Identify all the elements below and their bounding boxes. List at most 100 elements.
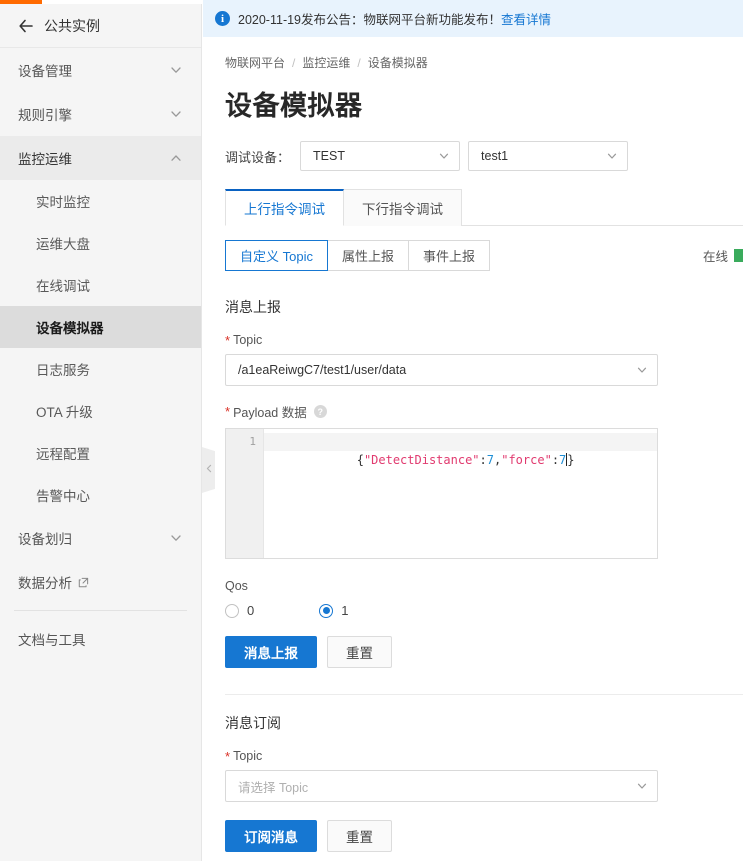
announcement-text: 2020-11-19发布公告：物联网平台新功能发布！ [238, 13, 502, 27]
device-select[interactable]: test1 [468, 141, 629, 172]
publish-actions: 消息上报 重置 [225, 636, 743, 669]
code-token: 7 [559, 453, 567, 468]
device-selector-row: 调试设备： TEST test1 [225, 141, 743, 172]
required-marker: * [225, 404, 231, 420]
sidebar-group-device-management[interactable]: 设备管理 [0, 48, 201, 92]
breadcrumb-item-monitoring[interactable]: 监控运维 [302, 54, 350, 71]
sidebar-item-ota-upgrade[interactable]: OTA 升级 [0, 390, 201, 432]
code-token: { [356, 453, 364, 468]
sidebar-item-label: 文档与工具 [18, 633, 86, 648]
breadcrumb-item-platform[interactable]: 物联网平台 [225, 54, 285, 71]
sidebar-item-label: 实时监控 [36, 195, 90, 210]
subscribe-actions: 订阅消息 重置 [225, 820, 743, 853]
qos-radio-label: 1 [341, 603, 349, 619]
chevron-down-icon [636, 364, 648, 376]
qos-radio-label: 0 [247, 603, 255, 619]
online-status-indicator-icon [734, 249, 743, 263]
tab-label: 上行指令调试 [244, 202, 325, 218]
tab-downlink-debug[interactable]: 下行指令调试 [344, 189, 462, 227]
qos-radio-0[interactable]: 0 [225, 603, 254, 618]
uplink-mode-button-group: 自定义 Topic 属性上报 事件上报 在线 [225, 240, 743, 272]
sidebar-item-ops-dashboard[interactable]: 运维大盘 [0, 222, 201, 264]
announcement-detail-link[interactable]: 查看详情 [501, 9, 551, 28]
sidebar-item-device-simulator[interactable]: 设备模拟器 [0, 306, 201, 348]
publish-topic-select[interactable]: /a1eaReiwgC7/test1/user/data [225, 354, 658, 387]
sidebar-item-log-service[interactable]: 日志服务 [0, 348, 201, 390]
arrow-left-icon[interactable] [18, 18, 34, 34]
editor-gutter: 1 [226, 429, 264, 559]
device-selector-label: 调试设备： [225, 149, 291, 165]
publish-reset-button[interactable]: 重置 [327, 636, 392, 669]
code-token: : [551, 453, 560, 468]
chevron-left-icon [205, 463, 213, 477]
publish-message-button[interactable]: 消息上报 [225, 636, 317, 669]
subscribe-reset-button[interactable]: 重置 [327, 820, 392, 853]
radio-circle-icon [319, 603, 334, 618]
product-select-value: TEST [313, 149, 345, 164]
payload-label: * Payload 数据 ? [225, 402, 743, 421]
subscribe-message-button[interactable]: 订阅消息 [225, 820, 317, 853]
sidebar-group-monitoring[interactable]: 监控运维 [0, 136, 201, 180]
sidebar-group-rule-engine[interactable]: 规则引擎 [0, 92, 201, 136]
instance-switcher[interactable]: 公共实例 [0, 4, 201, 48]
editor-code-area[interactable]: {"DetectDistance":7,"force":7} [264, 429, 657, 558]
question-circle-icon[interactable]: ? [313, 405, 327, 419]
mode-label: 事件上报 [422, 249, 475, 265]
product-select[interactable]: TEST [300, 141, 461, 172]
tab-uplink-debug[interactable]: 上行指令调试 [225, 189, 344, 227]
sidebar-group-device-grouping[interactable]: 设备划归 [0, 516, 201, 560]
chevron-down-icon [438, 150, 450, 162]
breadcrumb: 物联网平台 / 监控运维 / 设备模拟器 [225, 54, 743, 71]
mode-label: 自定义 Topic [240, 249, 313, 265]
payload-code-editor[interactable]: 1 {"DetectDistance":7,"force":7} [225, 428, 658, 560]
mode-label: 属性上报 [341, 249, 394, 265]
subscribe-topic-placeholder: 请选择 Topic [238, 780, 309, 795]
sidebar-item-realtime-monitor[interactable]: 实时监控 [0, 180, 201, 222]
code-token: 7 [486, 453, 494, 468]
tab-label: 下行指令调试 [362, 202, 443, 218]
subscribe-topic-select[interactable]: 请选择 Topic [225, 770, 658, 803]
field-label-text: Topic [233, 749, 263, 764]
breadcrumb-separator: / [292, 55, 296, 70]
button-label: 重置 [346, 646, 373, 662]
code-token: : [479, 453, 487, 468]
sidebar-item-label: 告警中心 [36, 489, 90, 504]
sidebar-item-remote-config[interactable]: 远程配置 [0, 432, 201, 474]
mode-property-report[interactable]: 属性上报 [327, 240, 409, 272]
mode-custom-topic[interactable]: 自定义 Topic [225, 240, 328, 272]
radio-circle-icon [225, 603, 239, 618]
sidebar-group-label: 设备管理 [18, 64, 72, 79]
qos-radio-1[interactable]: 1 [319, 603, 348, 618]
publish-topic-value: /a1eaReiwgC7/test1/user/data [238, 363, 407, 378]
sidebar: 公共实例 设备管理 规则引擎 监控运维 实时监控 运维大盘 在线调试 设备模拟器… [0, 4, 202, 861]
sidebar-item-alarm-center[interactable]: 告警中心 [0, 474, 201, 516]
button-label: 订阅消息 [244, 830, 298, 846]
subscribe-section-title: 消息订阅 [225, 715, 281, 732]
publish-topic-label: * Topic [225, 333, 743, 347]
sidebar-item-online-debug[interactable]: 在线调试 [0, 264, 201, 306]
chevron-down-icon [606, 150, 618, 162]
chevron-up-icon [169, 151, 183, 165]
mode-event-report[interactable]: 事件上报 [408, 240, 490, 272]
breadcrumb-separator: / [357, 55, 361, 70]
sidebar-item-data-analysis[interactable]: 数据分析 [0, 560, 201, 604]
sidebar-item-label: OTA 升级 [36, 405, 93, 420]
button-label: 消息上报 [244, 646, 298, 662]
sidebar-item-label: 数据分析 [18, 576, 72, 591]
chevron-down-icon [636, 780, 648, 792]
sidebar-group-label: 规则引擎 [18, 108, 72, 123]
sidebar-collapse-handle[interactable] [202, 447, 215, 493]
button-label: 重置 [346, 830, 373, 846]
page-title: 设备模拟器 [225, 91, 363, 121]
code-line-1: {"DetectDistance":7,"force":7} [264, 433, 657, 487]
qos-label: Qos [225, 579, 248, 594]
sidebar-item-label: 日志服务 [36, 363, 90, 378]
external-link-icon [78, 577, 89, 588]
sidebar-item-label: 设备模拟器 [36, 321, 104, 336]
instance-label: 公共实例 [44, 17, 100, 34]
sidebar-divider [14, 610, 187, 611]
sidebar-item-docs-and-tools[interactable]: 文档与工具 [0, 617, 201, 661]
sidebar-group-label: 监控运维 [18, 152, 72, 167]
sidebar-group-label: 设备划归 [18, 532, 72, 547]
code-token: } [567, 453, 575, 468]
